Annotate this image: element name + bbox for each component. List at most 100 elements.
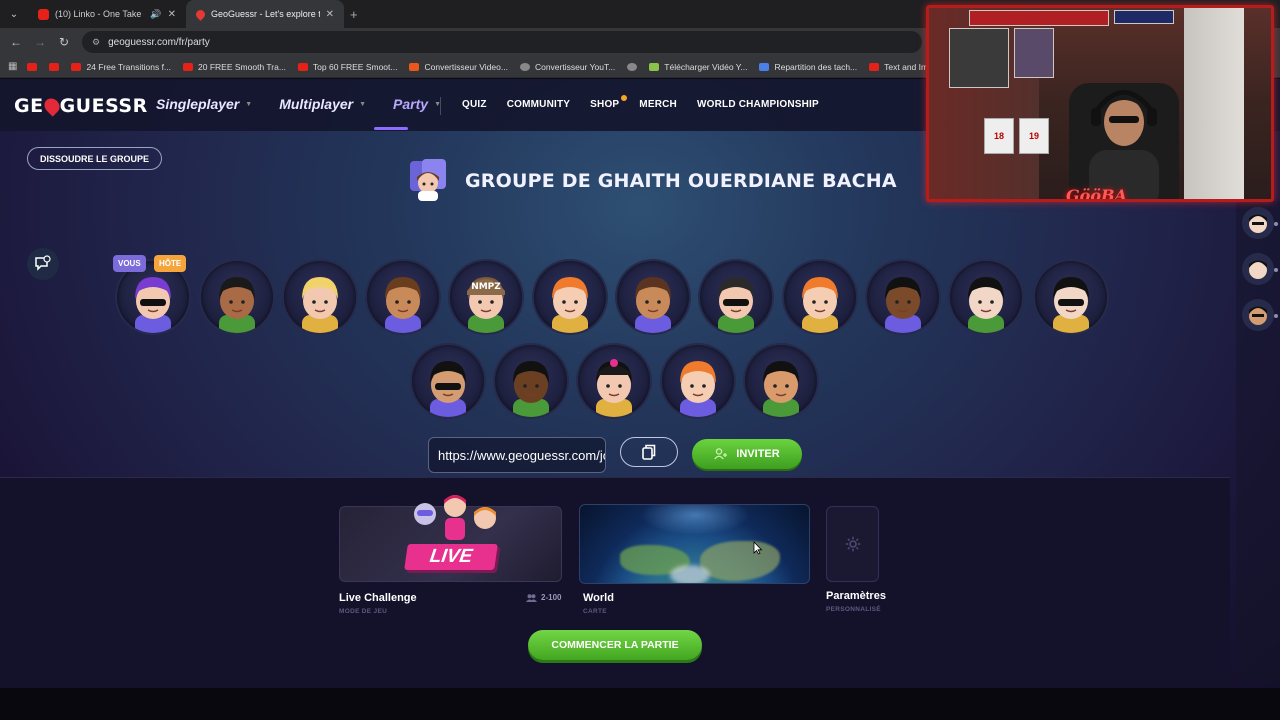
bookmark-label: Repartition des tach...	[774, 61, 858, 72]
tab-title: (10) Linko - One Take #1 - Y	[55, 9, 144, 19]
svg-text:NMPZ: NMPZ	[471, 282, 501, 292]
tab-search-chevron-icon[interactable]: ⌄	[0, 0, 28, 28]
bookmark-item[interactable]: Convertisseur Video...	[409, 62, 508, 72]
avatar-party-member[interactable]	[534, 261, 606, 333]
host-badge: HÔTE	[154, 255, 187, 272]
speaker-icon[interactable]: 🔊	[150, 9, 161, 20]
bookmark-item[interactable]	[49, 62, 60, 71]
nav-singleplayer[interactable]: Singleplayer ▼	[156, 96, 252, 112]
map-title: World	[583, 592, 614, 604]
youtube-icon	[49, 62, 60, 71]
browser-tab-youtube[interactable]: (10) Linko - One Take #1 - Y 🔊 ✕	[28, 0, 186, 28]
party-group-icon	[410, 159, 446, 201]
chat-button[interactable]	[27, 248, 59, 280]
nav-quiz[interactable]: QUIZ	[462, 99, 487, 110]
settings-card[interactable]	[826, 506, 879, 582]
globe-glow	[640, 505, 750, 535]
avatar-party-member[interactable]	[784, 261, 856, 333]
game-mode-subtitle: MODE DE JEU	[339, 608, 388, 615]
player-count: 2-100	[526, 593, 561, 602]
nav-divider	[440, 97, 441, 115]
bookmark-item[interactable]: 20 FREE Smooth Tra...	[183, 62, 286, 72]
back-arrow-icon[interactable]: ←	[4, 35, 28, 49]
bookmark-label: 24 Free Transitions f...	[86, 61, 172, 72]
omnibox[interactable]: ⚙ geoguessr.com/fr/party	[82, 31, 922, 53]
youtube-icon	[71, 62, 82, 71]
avatar-party-member[interactable]	[867, 261, 939, 333]
youtube-icon	[869, 62, 880, 71]
bookmark-item[interactable]	[627, 62, 638, 71]
game-mode-title: Live Challenge	[339, 592, 417, 604]
bookmark-item[interactable]: Télécharger Vidéo Y...	[649, 62, 747, 72]
globe-icon	[627, 62, 638, 71]
close-tab-icon[interactable]: ✕	[168, 9, 176, 20]
new-tab-plus-icon[interactable]: +	[350, 7, 358, 22]
youtube-icon	[27, 62, 38, 71]
bookmark-item[interactable]: Convertisseur YouT...	[519, 61, 616, 72]
chevron-down-icon: ▼	[245, 100, 253, 108]
rail-avatar[interactable]	[1242, 299, 1274, 331]
nav-merch[interactable]: MERCH	[639, 99, 677, 110]
notification-dot	[621, 95, 628, 101]
site-info-icon[interactable]: ⚙	[92, 37, 100, 48]
avatar-party-member[interactable]	[201, 261, 273, 333]
avatar-party-member[interactable]	[284, 261, 356, 333]
rail-avatar[interactable]	[1242, 207, 1274, 239]
close-tab-icon[interactable]: ✕	[326, 9, 334, 20]
b-icon	[759, 62, 770, 71]
browser-tab-geoguessr[interactable]: GeoGuessr - Let's explore the w ✕	[186, 0, 344, 28]
map-card[interactable]	[579, 504, 810, 584]
nav-label: Multiplayer	[279, 96, 354, 112]
globe-clouds	[670, 565, 710, 583]
start-game-button[interactable]: COMMENCER LA PARTIE	[528, 630, 702, 660]
add-user-icon	[714, 448, 728, 460]
webcam-poster	[949, 28, 1009, 88]
game-settings-panel: LIVE Live Challenge MODE DE JEU 2-100 Wo…	[0, 477, 1230, 720]
bookmark-item[interactable]: Top 60 FREE Smoot...	[297, 61, 398, 72]
avatar-party-member[interactable]	[367, 261, 439, 333]
gear-icon	[845, 536, 860, 552]
nav-multiplayer[interactable]: Multiplayer ▼	[279, 96, 366, 112]
avatar-party-member[interactable]	[412, 345, 484, 417]
webcam-jersey: 18	[984, 118, 1014, 154]
rail-avatar[interactable]	[1242, 253, 1274, 285]
users-icon	[526, 593, 537, 602]
online-dot	[1274, 314, 1278, 318]
live-characters-illustration	[414, 495, 496, 540]
chat-bubble-icon	[35, 255, 51, 271]
reload-icon[interactable]: ↻	[52, 35, 76, 49]
avatar-party-member[interactable]	[745, 345, 817, 417]
invite-button[interactable]: INVITER	[692, 439, 802, 469]
avatar-party-member[interactable]: NMPZ	[450, 261, 522, 333]
geoguessr-logo[interactable]: GE GUESSR	[14, 95, 148, 117]
bookmark-label: Convertisseur YouT...	[534, 61, 616, 72]
dissolve-group-button[interactable]: DISSOUDRE LE GROUPE	[27, 147, 162, 170]
bookmark-item[interactable]: Repartition des tach...	[759, 62, 857, 72]
nav-label: Singleplayer	[156, 96, 240, 112]
avatar-party-member[interactable]	[578, 345, 650, 417]
avatar-party-member[interactable]	[495, 345, 567, 417]
you-badge: VOUS	[113, 255, 146, 272]
avatar-party-member[interactable]	[662, 345, 734, 417]
nav-world-championship[interactable]: WORLD CHAMPIONSHIP	[697, 99, 819, 110]
forward-arrow-icon[interactable]: →	[28, 35, 52, 49]
bookmark-item[interactable]	[27, 62, 38, 71]
settings-title: Paramètres	[826, 590, 886, 602]
nav-community[interactable]: COMMUNITY	[507, 99, 570, 110]
apps-grid-icon[interactable]: ▦	[8, 61, 17, 72]
bookmark-item[interactable]: 24 Free Transitions f...	[71, 62, 171, 72]
bookmark-label: Top 60 FREE Smoot...	[312, 61, 398, 72]
avatar-party-member[interactable]	[1035, 261, 1107, 333]
nav-party[interactable]: Party ▼	[393, 96, 441, 112]
invite-link-field[interactable]: https://www.geoguessr.com/join/	[428, 437, 606, 473]
copy-link-button[interactable]	[620, 437, 678, 467]
avatar-party-member[interactable]	[950, 261, 1022, 333]
nav-shop[interactable]: SHOP	[590, 95, 628, 110]
avatar-party-member[interactable]	[617, 261, 689, 333]
invite-label: INVITER	[736, 448, 780, 460]
secondary-nav: QUIZ COMMUNITY SHOP MERCH WORLD CHAMPION…	[462, 95, 819, 110]
avatar-party-member[interactable]	[700, 261, 772, 333]
settings-subtitle: PERSONNALISÉ	[826, 606, 881, 613]
streamer-webcam-overlay: 18 19 GööBA	[926, 5, 1274, 202]
tab-title: GeoGuessr - Let's explore the w	[211, 9, 320, 19]
